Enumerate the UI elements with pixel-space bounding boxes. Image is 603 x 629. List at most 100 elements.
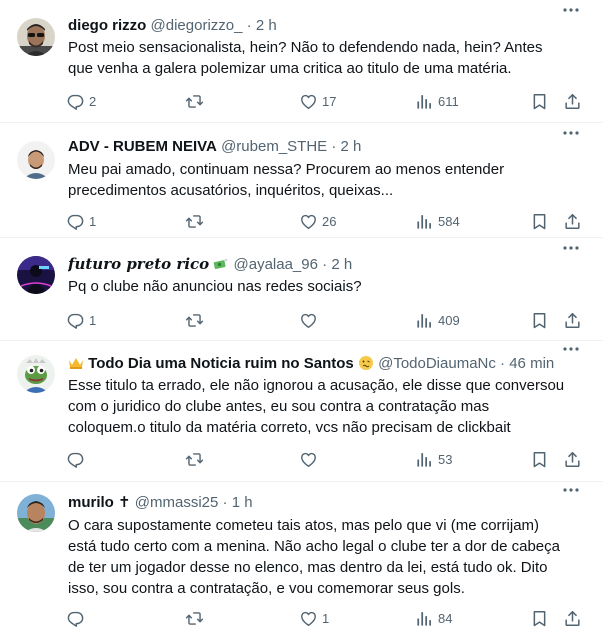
reply-button[interactable]: 1	[66, 209, 96, 233]
share-icon	[563, 450, 582, 469]
separator-dot: ·	[322, 256, 328, 273]
bookmark-icon	[530, 450, 549, 469]
avatar[interactable]	[17, 141, 55, 179]
share-button[interactable]	[563, 89, 582, 113]
reply-icon	[66, 92, 85, 111]
share-icon	[563, 609, 582, 628]
reply-button[interactable]: 2	[66, 89, 96, 113]
user-handle[interactable]: @ayalaa_96	[234, 256, 318, 273]
user-handle[interactable]: @TodoDiaumaNc	[378, 355, 496, 372]
retweet-button[interactable]	[185, 606, 208, 629]
bookmark-button[interactable]	[530, 209, 549, 233]
like-icon	[299, 450, 318, 469]
like-icon	[299, 311, 318, 330]
timestamp[interactable]: 1 h	[232, 494, 253, 511]
separator-dot: ·	[500, 355, 506, 372]
more-options-button[interactable]	[561, 482, 581, 498]
reply-icon	[66, 212, 85, 231]
like-button[interactable]: 26	[299, 209, 336, 233]
like-button[interactable]	[299, 447, 322, 471]
separator-dot: ·	[246, 17, 252, 34]
views-button[interactable]: 409	[415, 308, 460, 332]
avatar[interactable]	[17, 494, 55, 532]
tweet[interactable]: Todo Dia uma Noticia ruim no Santos @Tod…	[0, 341, 603, 482]
retweet-button[interactable]	[185, 447, 208, 471]
like-count: 1	[322, 610, 330, 626]
bookmark-button[interactable]	[530, 308, 549, 332]
share-button[interactable]	[563, 308, 582, 332]
avatar[interactable]	[17, 256, 55, 294]
view-count: 84	[438, 610, 453, 626]
tweet[interactable]: diego rizzo @diegorizzo_ · 2 h Post meio…	[0, 0, 603, 123]
display-name[interactable]: Todo Dia uma Noticia ruim no Santos	[88, 355, 354, 372]
tweet-header: diego rizzo @diegorizzo_ · 2 h	[68, 16, 558, 36]
retweet-button[interactable]	[185, 209, 208, 233]
views-button[interactable]: 53	[415, 447, 452, 471]
tweet-actions: 1 409	[62, 308, 592, 332]
timestamp[interactable]: 2 h	[341, 138, 362, 155]
like-button[interactable]	[299, 308, 322, 332]
share-icon	[563, 92, 582, 111]
views-button[interactable]: 84	[415, 606, 452, 629]
views-button[interactable]: 584	[415, 209, 460, 233]
more-options-button[interactable]	[561, 240, 581, 256]
views-icon	[415, 92, 434, 111]
avatar-man-selfie-icon	[17, 494, 55, 532]
display-name[interactable]: diego rizzo	[68, 17, 146, 34]
more-icon	[561, 341, 581, 357]
reply-button[interactable]	[66, 606, 89, 629]
more-icon	[561, 125, 581, 141]
retweet-button[interactable]	[185, 89, 208, 113]
avatar[interactable]	[17, 18, 55, 56]
like-button[interactable]: 1	[299, 606, 329, 629]
share-button[interactable]	[563, 606, 582, 629]
share-icon	[563, 311, 582, 330]
timestamp[interactable]: 2 h	[331, 256, 352, 273]
bookmark-button[interactable]	[530, 606, 549, 629]
more-options-button[interactable]	[561, 341, 581, 357]
timestamp[interactable]: 46 min	[509, 355, 554, 372]
bookmark-button[interactable]	[530, 447, 549, 471]
like-count: 26	[322, 213, 337, 229]
timestamp[interactable]: 2 h	[256, 17, 277, 34]
more-options-button[interactable]	[561, 125, 581, 141]
bookmark-button[interactable]	[530, 89, 549, 113]
reply-icon	[66, 311, 85, 330]
user-handle[interactable]: @rubem_STHE	[221, 138, 327, 155]
retweet-button[interactable]	[185, 308, 208, 332]
retweet-icon	[185, 92, 204, 111]
tweet-text: O cara supostamente cometeu tais atos, m…	[68, 517, 560, 597]
tweet-actions: 53	[62, 447, 592, 471]
views-button[interactable]: 611	[415, 89, 459, 113]
display-name[interactable]: futuro preto rico	[68, 255, 209, 273]
reply-button[interactable]	[66, 447, 89, 471]
separator-dot: ·	[331, 138, 337, 155]
avatar-neon-figure-icon	[17, 256, 55, 294]
retweet-icon	[185, 609, 204, 628]
user-handle[interactable]: @diegorizzo_	[151, 17, 243, 34]
like-count: 17	[322, 93, 337, 109]
reply-icon	[66, 609, 85, 628]
user-handle[interactable]: @mmassi25	[135, 494, 219, 511]
tweet-header: Todo Dia uma Noticia ruim no Santos @Tod…	[68, 354, 558, 374]
reply-button[interactable]: 1	[66, 308, 96, 332]
retweet-icon	[185, 212, 204, 231]
separator-dot: ·	[222, 494, 228, 511]
views-icon	[415, 609, 434, 628]
share-button[interactable]	[563, 209, 582, 233]
tweet-header: futuro preto rico @ayalaa_96 · 2 h	[68, 254, 558, 274]
tweet[interactable]: ADV - RUBEM NEIVA @rubem_STHE · 2 h Meu …	[0, 123, 603, 238]
avatar-man-sunglasses-icon	[17, 18, 55, 56]
more-icon	[561, 2, 581, 18]
share-button[interactable]	[563, 447, 582, 471]
avatar-man-cartoon-icon	[17, 141, 55, 179]
more-options-button[interactable]	[561, 2, 581, 18]
avatar[interactable]	[17, 355, 55, 393]
cross-symbol: ✝	[118, 494, 131, 511]
like-button[interactable]: 17	[299, 89, 336, 113]
tweet[interactable]: murilo ✝ @mmassi25 · 1 h O cara supostam…	[0, 482, 603, 629]
display-name[interactable]: murilo	[68, 494, 114, 511]
display-name[interactable]: ADV - RUBEM NEIVA	[68, 138, 217, 155]
tweet[interactable]: futuro preto rico @ayalaa_96 · 2 h Pq o …	[0, 238, 603, 341]
tweet-actions: 1 26 584	[62, 209, 592, 233]
